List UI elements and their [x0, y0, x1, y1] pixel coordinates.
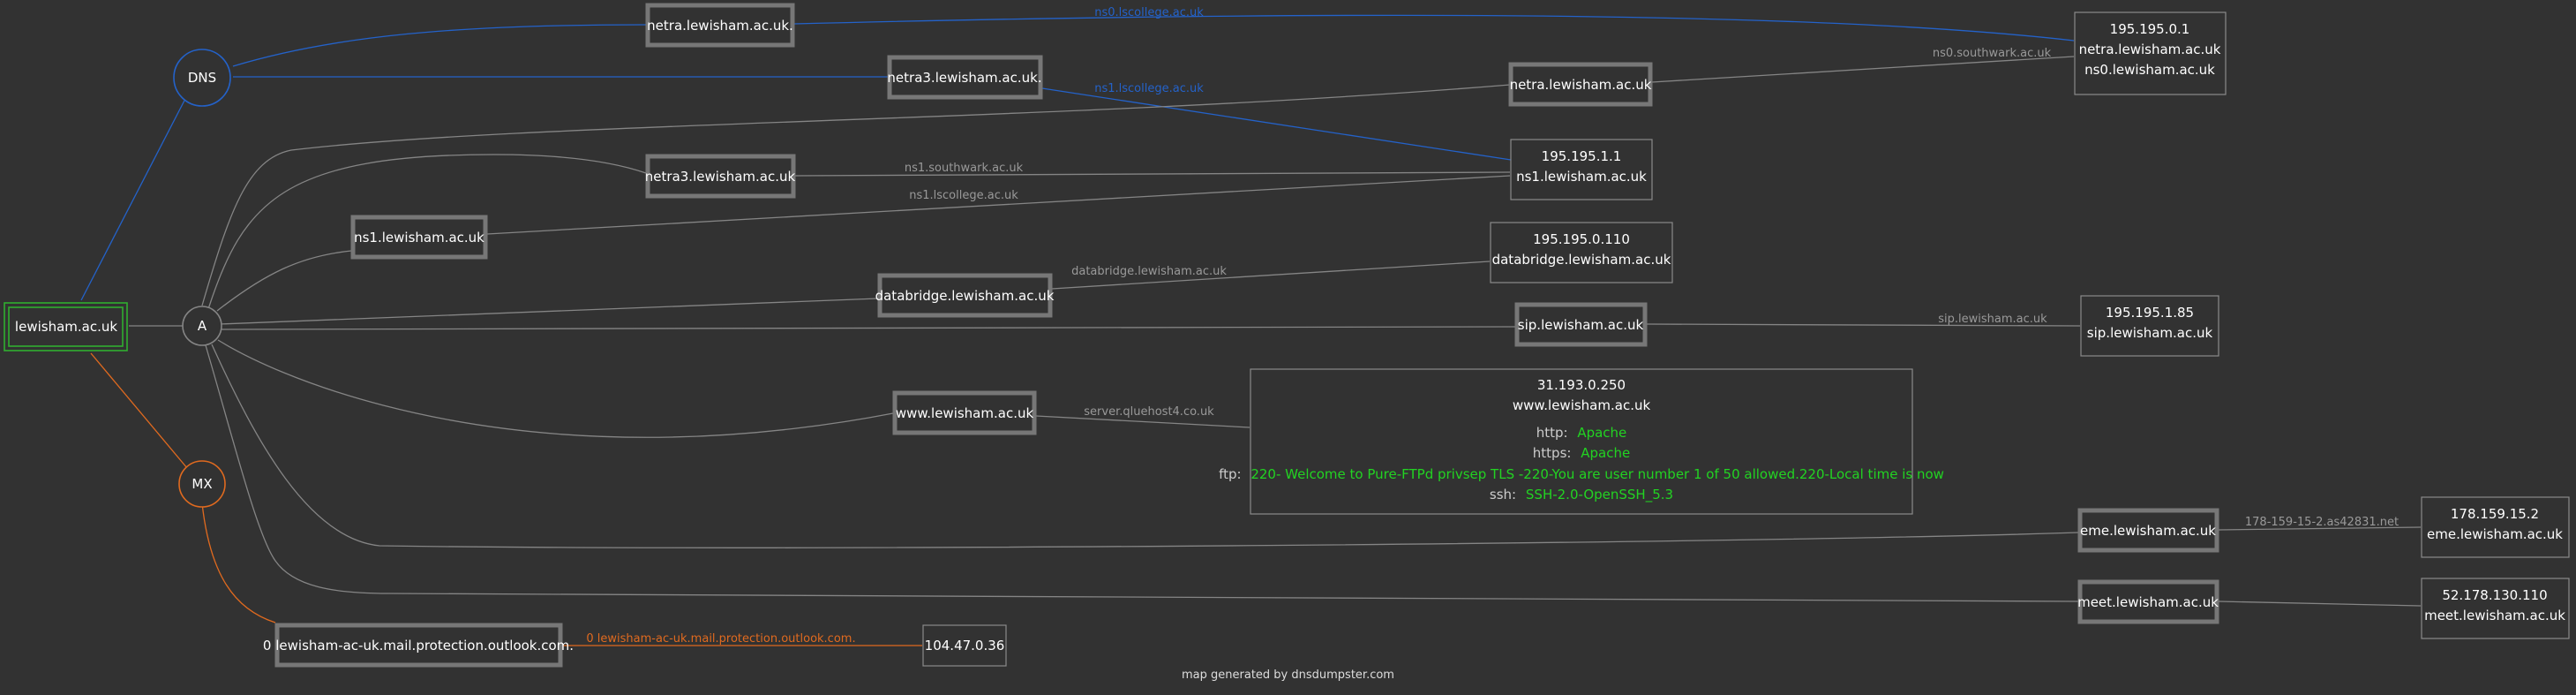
ip-box-195-195-1-1[interactable]: 195.195.1.1 ns1.lewisham.ac.uk: [1510, 139, 1653, 200]
service-ssh: ssh: SSH-2.0-OpenSSH_5.3: [1490, 487, 1673, 503]
edge-meet-boxmeet: [2218, 601, 2422, 607]
ip-box-52-178-130-110[interactable]: 52.178.130.110 meet.lewisham.ac.uk: [2421, 578, 2570, 639]
edge-a-ns1: [216, 250, 352, 312]
footer-credit: map generated by dnsdumpster.com: [1182, 669, 1394, 682]
ip-box110-line2: databridge.lewisham.ac.uk: [1492, 252, 1671, 268]
host-sip-a[interactable]: sip.lewisham.ac.uk: [1514, 302, 1648, 347]
service-ftp: ftp: 220- Welcome to Pure-FTPd privsep T…: [1219, 466, 1944, 482]
ip-box-104-47-0-36[interactable]: 104.47.0.36: [922, 624, 1007, 667]
host-www-a[interactable]: www.lewisham.ac.uk: [892, 390, 1037, 435]
host-netra-dns[interactable]: netra.lewisham.ac.uk.: [645, 3, 795, 48]
edge-label-ns1-southwark: ns1.southwark.ac.uk: [905, 162, 1024, 175]
edge-a-eme: [211, 344, 2079, 548]
group-dns-label: DNS: [188, 70, 216, 86]
edge-netra3-a-box1: [794, 171, 1511, 177]
root-node[interactable]: lewisham.ac.uk: [4, 302, 128, 351]
edge-label-ns0-southwark: ns0.southwark.ac.uk: [1933, 47, 2052, 60]
ip-boxes: 195.195.0.1 netra.lewisham.ac.uk ns0.lew…: [922, 11, 2570, 667]
host-ns1-a-label: ns1.lewisham.ac.uk: [354, 230, 484, 246]
host-ns1-a[interactable]: ns1.lewisham.ac.uk: [350, 215, 488, 260]
ip-box0-line1: 195.195.0.1: [2110, 21, 2190, 37]
edge-label-sip: sip.lewisham.ac.uk: [1938, 313, 2047, 326]
service-http: http: Apache: [1536, 425, 1627, 441]
service-https-key: https:: [1533, 445, 1572, 461]
edge-a-sip: [219, 326, 1516, 330]
edge-mx-host: [201, 502, 276, 623]
service-ftp-value: 220- Welcome to Pure-FTPd privsep TLS -2…: [1250, 466, 1944, 482]
edge-ns1-box1: [486, 175, 1511, 235]
edge-root-dns: [80, 94, 188, 301]
ip-box-195-195-0-1[interactable]: 195.195.0.1 netra.lewisham.ac.uk ns0.lew…: [2074, 11, 2227, 95]
edge-label-eme: 178-159-15-2.as42831.net: [2245, 516, 2399, 529]
ip-box-195-195-1-85[interactable]: 195.195.1.85 sip.lewisham.ac.uk: [2080, 295, 2219, 357]
ip-box0-line2: netra.lewisham.ac.uk: [2079, 42, 2221, 57]
host-netra3-a-label: netra3.lewisham.ac.uk: [645, 169, 796, 185]
group-mx[interactable]: MX: [178, 460, 226, 508]
host-meet-a[interactable]: meet.lewisham.ac.uk: [2077, 579, 2219, 624]
host-eme-a-label: eme.lewisham.ac.uk: [2080, 523, 2216, 539]
host-mx[interactable]: 0 lewisham-ac-uk.mail.protection.outlook…: [263, 623, 574, 668]
ip-box250-line2: www.lewisham.ac.uk: [1513, 397, 1651, 413]
ip-box-mx-line1: 104.47.0.36: [925, 638, 1005, 653]
ip-box1-line2: ns1.lewisham.ac.uk: [1516, 169, 1647, 185]
host-sip-a-label: sip.lewisham.ac.uk: [1518, 317, 1644, 333]
edge-a-databridge: [219, 298, 879, 325]
host-databridge-a-label: databridge.lewisham.ac.uk: [875, 288, 1055, 304]
service-https-value: Apache: [1581, 445, 1630, 461]
group-mx-label: MX: [192, 476, 212, 492]
host-netra-a-label: netra.lewisham.ac.uk: [1510, 77, 1652, 93]
root-label: lewisham.ac.uk: [15, 319, 117, 335]
ip-box-meet-line2: meet.lewisham.ac.uk: [2424, 608, 2565, 623]
ip-box0-line3: ns0.lewisham.ac.uk: [2084, 62, 2215, 78]
edges: [80, 14, 2422, 646]
service-ssh-value: SSH-2.0-OpenSSH_5.3: [1526, 487, 1673, 503]
edge-a-www: [217, 339, 894, 438]
edge-label-databridge: databridge.lewisham.ac.uk: [1071, 265, 1227, 278]
ip-box110-line1: 195.195.0.110: [1533, 231, 1630, 247]
edge-netra-box0: [793, 14, 2075, 42]
edge-label-mx: 0 lewisham-ac-uk.mail.protection.outlook…: [586, 632, 855, 646]
edge-netra3-box1: [1041, 87, 1512, 161]
host-mx-label: 0 lewisham-ac-uk.mail.protection.outlook…: [263, 638, 574, 653]
dns-map: ns0.lscollege.ac.uk ns1.lscollege.ac.uk …: [4, 3, 2570, 668]
host-netra-a[interactable]: netra.lewisham.ac.uk: [1508, 62, 1653, 107]
host-nodes: netra.lewisham.ac.uk. netra3.lewisham.ac…: [263, 3, 2219, 668]
host-eme-a[interactable]: eme.lewisham.ac.uk: [2077, 508, 2219, 553]
edge-label-ns1-lscollege-blue: ns1.lscollege.ac.uk: [1094, 82, 1204, 95]
service-ftp-key: ftp:: [1219, 466, 1241, 482]
edge-root-mx: [90, 352, 188, 469]
group-a-label: A: [198, 318, 207, 334]
service-https: https: Apache: [1533, 445, 1630, 461]
host-netra3-dns[interactable]: netra3.lewisham.ac.uk.: [887, 55, 1043, 100]
host-netra3-a[interactable]: netra3.lewisham.ac.uk: [645, 154, 796, 199]
ip-box185-line2: sip.lewisham.ac.uk: [2087, 325, 2213, 341]
ip-box185-line1: 195.195.1.85: [2106, 305, 2194, 321]
ip-box1-line1: 195.195.1.1: [1542, 148, 1622, 164]
edge-netra-a-box0: [1651, 56, 2075, 83]
service-ssh-key: ssh:: [1490, 487, 1516, 502]
ip-box-eme-line2: eme.lewisham.ac.uk: [2427, 526, 2563, 542]
ip-box-195-195-0-110[interactable]: 195.195.0.110 databridge.lewisham.ac.uk: [1490, 222, 1673, 283]
ip-box-meet-line1: 52.178.130.110: [2442, 587, 2547, 603]
host-databridge-a[interactable]: databridge.lewisham.ac.uk: [875, 273, 1055, 318]
ip-box250-line1: 31.193.0.250: [1537, 377, 1626, 393]
edge-label-www: server.qluehost4.co.uk: [1084, 405, 1214, 419]
host-www-a-label: www.lewisham.ac.uk: [896, 405, 1034, 421]
edge-label-ns0-lscollege: ns0.lscollege.ac.uk: [1094, 6, 1204, 19]
host-netra3-dns-label: netra3.lewisham.ac.uk.: [887, 70, 1041, 86]
service-http-key: http:: [1536, 425, 1568, 441]
ip-box-178-159-15-2[interactable]: 178.159.15.2 eme.lewisham.ac.uk: [2421, 496, 2570, 558]
group-dns[interactable]: DNS: [173, 49, 231, 107]
host-meet-a-label: meet.lewisham.ac.uk: [2077, 594, 2219, 610]
host-netra-dns-label: netra.lewisham.ac.uk.: [647, 18, 793, 34]
edge-dns-netra: [232, 24, 647, 67]
edge-label-ns1-lscollege-grey: ns1.lscollege.ac.uk: [909, 189, 1018, 202]
ip-box-eme-line1: 178.159.15.2: [2451, 506, 2539, 522]
service-http-value: Apache: [1577, 425, 1626, 441]
group-a[interactable]: A: [182, 306, 222, 346]
ip-box-31-193-0-250[interactable]: 31.193.0.250 www.lewisham.ac.uk http: Ap…: [1219, 368, 1944, 515]
